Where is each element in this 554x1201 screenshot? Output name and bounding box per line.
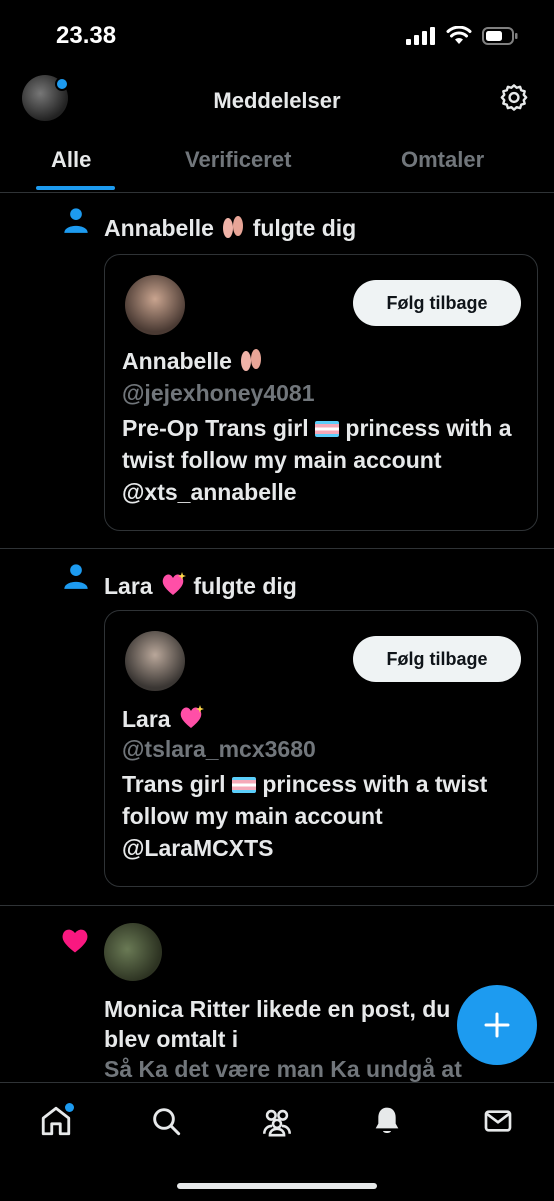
nav-notifications[interactable] bbox=[367, 1101, 407, 1141]
gear-icon[interactable] bbox=[498, 82, 530, 114]
sparkling-heart-icon bbox=[162, 572, 186, 595]
user-card[interactable]: Følg tilbage Lara @tslara_mcx3680 Trans … bbox=[104, 610, 538, 887]
like-text: Monica Ritter likede en post, du blev om… bbox=[104, 996, 451, 1052]
search-icon bbox=[153, 1108, 181, 1136]
status-bar: 23.38 bbox=[0, 0, 554, 70]
status-time: 23.38 bbox=[56, 22, 117, 49]
notification-item[interactable]: Annabelle fulgte dig Følg tilbage Annabe… bbox=[0, 193, 554, 549]
nav-search[interactable] bbox=[146, 1101, 186, 1141]
user-bio: Trans girl princess with a twist follow … bbox=[122, 768, 522, 864]
user-handle[interactable]: @tslara_mcx3680 bbox=[122, 736, 316, 763]
nav-home[interactable] bbox=[36, 1101, 76, 1141]
unread-dot bbox=[65, 1103, 74, 1112]
notification-action: fulgte dig bbox=[252, 215, 357, 241]
bio-text: Trans girl bbox=[122, 771, 226, 797]
active-tab-indicator bbox=[36, 186, 115, 190]
follow-back-button[interactable]: Følg tilbage bbox=[353, 280, 521, 326]
top-header: Meddelelser bbox=[0, 70, 554, 130]
user-name-text: Annabelle bbox=[122, 348, 232, 374]
bio-text: Pre-Op Trans girl bbox=[122, 415, 309, 441]
ballet-shoes-icon bbox=[223, 216, 244, 238]
ballet-shoes-icon bbox=[241, 349, 262, 371]
heart-icon bbox=[62, 929, 88, 953]
wifi-icon bbox=[446, 26, 472, 44]
user-name-text: Lara bbox=[122, 706, 171, 732]
user-handle[interactable]: @jejexhoney4081 bbox=[122, 380, 314, 407]
follow-back-button[interactable]: Følg tilbage bbox=[353, 636, 521, 682]
plus-icon bbox=[484, 1012, 510, 1038]
notification-action: fulgte dig bbox=[193, 573, 297, 599]
user-name: Annabelle bbox=[122, 348, 264, 375]
user-bio: Pre-Op Trans girl princess with a twist … bbox=[122, 412, 522, 508]
transgender-flag-icon bbox=[315, 421, 339, 437]
status-icons bbox=[406, 26, 518, 45]
transgender-flag-icon bbox=[231, 777, 256, 793]
notification-headline: Lara fulgte dig bbox=[104, 571, 297, 600]
liker-avatar[interactable] bbox=[104, 923, 162, 981]
cellular-signal-icon bbox=[406, 26, 435, 45]
nav-messages[interactable] bbox=[478, 1101, 518, 1141]
envelope-icon bbox=[484, 1110, 512, 1132]
notification-item[interactable]: Lara fulgte dig Følg tilbage Lara @tslar… bbox=[0, 549, 554, 906]
home-indicator bbox=[177, 1183, 377, 1189]
notification-tabs: Alle Verificeret Omtaler bbox=[0, 130, 554, 193]
person-icon bbox=[64, 208, 88, 233]
notification-headline: Annabelle fulgte dig bbox=[104, 215, 356, 242]
user-card[interactable]: Følg tilbage Annabelle @jejexhoney4081 P… bbox=[104, 254, 538, 531]
tab-verified[interactable]: Verificeret bbox=[185, 147, 291, 173]
user-name: Lara bbox=[122, 704, 205, 733]
user-avatar[interactable] bbox=[125, 275, 185, 335]
nav-communities[interactable] bbox=[257, 1101, 297, 1141]
battery-icon bbox=[482, 26, 518, 45]
follower-name: Annabelle bbox=[104, 215, 214, 241]
compose-button[interactable] bbox=[457, 985, 537, 1065]
communities-icon bbox=[262, 1109, 292, 1137]
page-title: Meddelelser bbox=[213, 88, 341, 113]
follower-name: Lara bbox=[104, 573, 153, 599]
tab-all[interactable]: Alle bbox=[51, 147, 91, 173]
post-snippet: Så Ka det være man Ka undgå at bbox=[104, 1056, 462, 1082]
bell-icon bbox=[375, 1107, 399, 1133]
person-icon bbox=[64, 564, 88, 589]
user-avatar[interactable] bbox=[125, 631, 185, 691]
tab-mentions[interactable]: Omtaler bbox=[401, 147, 484, 173]
sparkling-heart-icon bbox=[180, 705, 204, 728]
